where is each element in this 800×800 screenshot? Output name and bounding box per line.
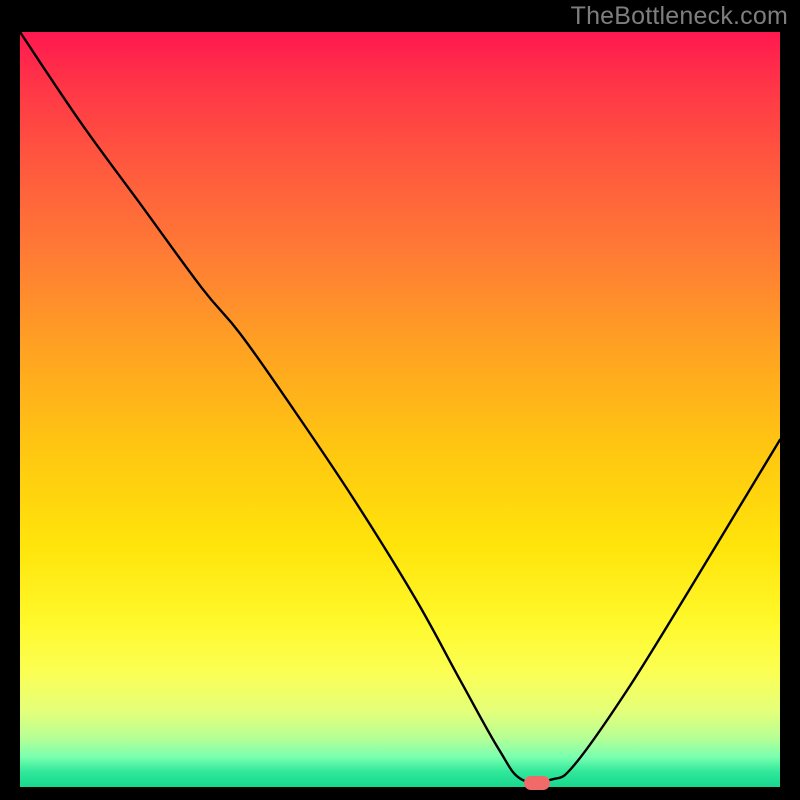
- chart-frame: TheBottleneck.com: [0, 0, 800, 800]
- optimum-marker: [524, 776, 550, 790]
- watermark-text: TheBottleneck.com: [571, 2, 788, 31]
- bottleneck-curve: [20, 32, 780, 787]
- plot-area: [20, 32, 780, 787]
